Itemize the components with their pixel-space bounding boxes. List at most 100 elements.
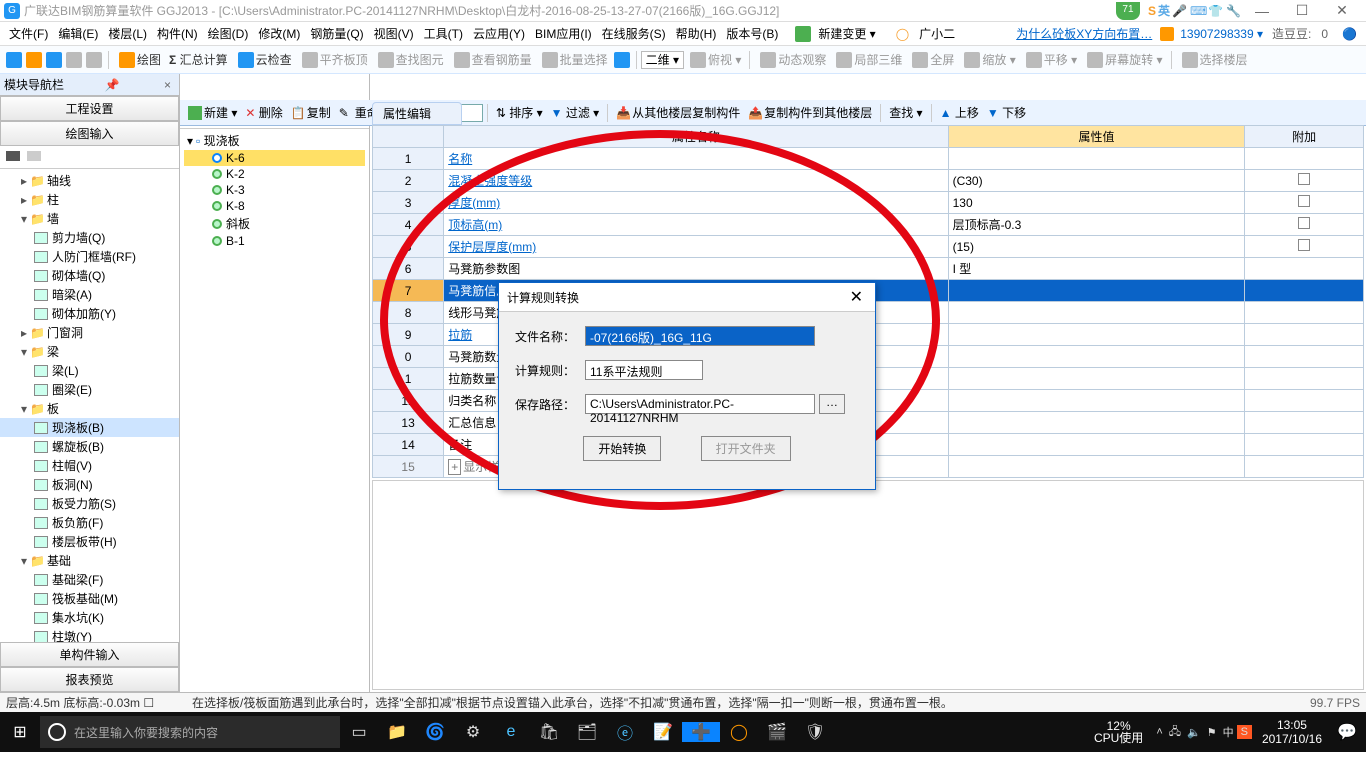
taskbar-app-8[interactable]: 📝 xyxy=(644,722,682,742)
tree-group[interactable]: ▾📁板 xyxy=(0,399,179,418)
phone-number[interactable]: 13907298339 ▾ xyxy=(1176,27,1267,41)
delete-button[interactable]: ✕ 删除 xyxy=(241,104,286,121)
component-item[interactable]: K-6 xyxy=(184,150,365,166)
property-row[interactable]: 2混凝土强度等级(C30) xyxy=(373,170,1364,192)
view-rebar-button[interactable]: 查看钢筋量 xyxy=(448,51,536,68)
project-settings-button[interactable]: 工程设置 xyxy=(0,96,179,121)
path-input[interactable]: C:\Users\Administrator.PC-20141127NRHM xyxy=(585,394,815,414)
taskbar-clock[interactable]: 13:052017/10/16 xyxy=(1256,718,1328,746)
taskbar-app-9[interactable]: ➕ xyxy=(682,722,720,742)
menu-tool[interactable]: 工具(T) xyxy=(419,25,468,42)
drawing-canvas[interactable] xyxy=(372,480,1364,690)
component-item[interactable]: K-8 xyxy=(184,198,365,214)
tray-vol-icon[interactable]: 🔈 xyxy=(1184,726,1204,739)
tree-item[interactable]: 板负筋(F) xyxy=(0,513,179,532)
taskbar-app-10[interactable]: ◯ xyxy=(720,722,758,742)
menu-draw[interactable]: 绘图(D) xyxy=(203,25,254,42)
mode-dark-icon[interactable] xyxy=(6,151,20,161)
open-folder-button[interactable]: 打开文件夹 xyxy=(701,436,791,461)
pin-icon[interactable]: 📌 xyxy=(105,78,120,92)
cloud-check-button[interactable]: 云检查 xyxy=(232,51,296,68)
rotate-button[interactable]: 屏幕旋转 ▾ xyxy=(1081,51,1166,68)
taskbar-app-4[interactable]: e xyxy=(492,723,530,741)
menu-help[interactable]: 帮助(H) xyxy=(671,25,722,42)
open-icon[interactable] xyxy=(26,52,42,68)
tray-lang[interactable]: 中 xyxy=(1220,724,1237,740)
component-root[interactable]: ▾▫ 现浇板 xyxy=(184,131,365,150)
window-minimize[interactable]: — xyxy=(1242,3,1282,19)
ime-kbd-icon[interactable]: ⌨ xyxy=(1190,4,1204,18)
redo-icon[interactable] xyxy=(86,52,102,68)
tree-item[interactable]: 剪力墙(Q) xyxy=(0,228,179,247)
filename-input[interactable]: -07(2166版)_16G_11G xyxy=(585,326,815,346)
new-icon[interactable] xyxy=(6,52,22,68)
menu-cloud[interactable]: 云应用(Y) xyxy=(468,25,530,42)
property-row[interactable]: 4顶标高(m)层顶标高-0.3 xyxy=(373,214,1364,236)
nav-close[interactable]: × xyxy=(160,78,175,92)
single-input-button[interactable]: 单构件输入 xyxy=(0,642,179,667)
ime-skin-icon[interactable]: 👕 xyxy=(1208,4,1222,18)
sum-button[interactable]: Σ 汇总计算 xyxy=(165,51,232,68)
select-floor-button[interactable]: 选择楼层 xyxy=(1176,51,1252,68)
find-element-button[interactable]: 查找图元 xyxy=(372,51,448,68)
top-view-button[interactable]: 俯视 ▾ xyxy=(684,51,745,68)
copy-button[interactable]: 📋复制 xyxy=(287,104,335,121)
menu-bim[interactable]: BIM应用(I) xyxy=(530,25,597,42)
tree-item[interactable]: 集水坑(K) xyxy=(0,608,179,627)
start-convert-button[interactable]: 开始转换 xyxy=(583,436,661,461)
dialog-title-bar[interactable]: 计算规则转换 ✕ xyxy=(499,283,875,312)
window-close[interactable]: ✕ xyxy=(1322,2,1362,19)
fullscreen-button[interactable]: 全屏 xyxy=(906,51,958,68)
component-item[interactable]: K-2 xyxy=(184,166,365,182)
window-maximize[interactable]: ☐ xyxy=(1282,2,1322,19)
menu-version[interactable]: 版本号(B) xyxy=(721,25,783,42)
tree-item[interactable]: 柱墩(Y) xyxy=(0,627,179,642)
tree-item[interactable]: 暗梁(A) xyxy=(0,285,179,304)
browse-button[interactable]: … xyxy=(819,394,845,414)
property-row[interactable]: 1名称 xyxy=(373,148,1364,170)
tree-item[interactable]: 筏板基础(M) xyxy=(0,589,179,608)
user-name[interactable]: 广小二 xyxy=(914,25,960,42)
taskbar-app-3[interactable]: ⚙ xyxy=(454,722,492,742)
tree-item[interactable]: 现浇板(B) xyxy=(0,418,179,437)
taskbar-app-5[interactable]: 🛍 xyxy=(530,722,568,742)
tree-item[interactable]: 基础梁(F) xyxy=(0,570,179,589)
tray-ime[interactable]: S xyxy=(1237,725,1252,739)
draw-button[interactable]: 绘图 xyxy=(113,51,165,68)
undo-icon[interactable] xyxy=(66,52,82,68)
tray-net-icon[interactable]: 🖧 xyxy=(1166,723,1184,742)
system-tray[interactable]: ˄ 🖧 🔈 ⚑ 中 S xyxy=(1149,723,1256,742)
mode-light-icon[interactable] xyxy=(27,151,41,161)
bean-icon[interactable]: 🔵 xyxy=(1337,27,1362,41)
taskbar-app-12[interactable]: 🛡 xyxy=(796,722,834,742)
mode-icon[interactable] xyxy=(614,52,630,68)
tree-item[interactable]: 柱帽(V) xyxy=(0,456,179,475)
tree-group[interactable]: ▸📁轴线 xyxy=(0,171,179,190)
menu-file[interactable]: 文件(F) xyxy=(4,25,53,42)
batch-select-button[interactable]: 批量选择 xyxy=(536,51,612,68)
property-tab[interactable]: 属性编辑 xyxy=(372,102,462,125)
taskbar-app-1[interactable]: 📁 xyxy=(378,722,416,742)
taskbar-app-7[interactable]: ⓔ xyxy=(606,720,644,744)
tree-group[interactable]: ▸📁门窗洞 xyxy=(0,323,179,342)
menu-component[interactable]: 构件(N) xyxy=(152,25,203,42)
menu-view[interactable]: 视图(V) xyxy=(369,25,419,42)
zoom-button[interactable]: 缩放 ▾ xyxy=(958,51,1019,68)
ime-lang[interactable]: 英 xyxy=(1158,2,1170,19)
component-item[interactable]: K-3 xyxy=(184,182,365,198)
tree-item[interactable]: 梁(L) xyxy=(0,361,179,380)
start-button[interactable]: ⊞ xyxy=(0,722,40,742)
tree-item[interactable]: 砌体加筋(Y) xyxy=(0,304,179,323)
component-tree[interactable]: ▾▫ 现浇板K-6K-2K-3K-8斜板B-1 xyxy=(180,129,369,692)
orbit-button[interactable]: 动态观察 xyxy=(754,51,830,68)
new-change-button[interactable]: 新建变更 ▾ xyxy=(813,25,880,42)
draw-input-button[interactable]: 绘图输入 xyxy=(0,121,179,146)
tree-item[interactable]: 砌体墙(Q) xyxy=(0,266,179,285)
tree-group[interactable]: ▾📁梁 xyxy=(0,342,179,361)
cpu-meter[interactable]: 12%CPU使用 xyxy=(1088,720,1149,744)
save-icon[interactable] xyxy=(46,52,62,68)
ime-logo[interactable]: S xyxy=(1148,4,1156,18)
component-item[interactable]: B-1 xyxy=(184,233,365,249)
menu-rebar[interactable]: 钢筋量(Q) xyxy=(305,25,368,42)
rule-input[interactable]: 11系平法规则 xyxy=(585,360,703,380)
